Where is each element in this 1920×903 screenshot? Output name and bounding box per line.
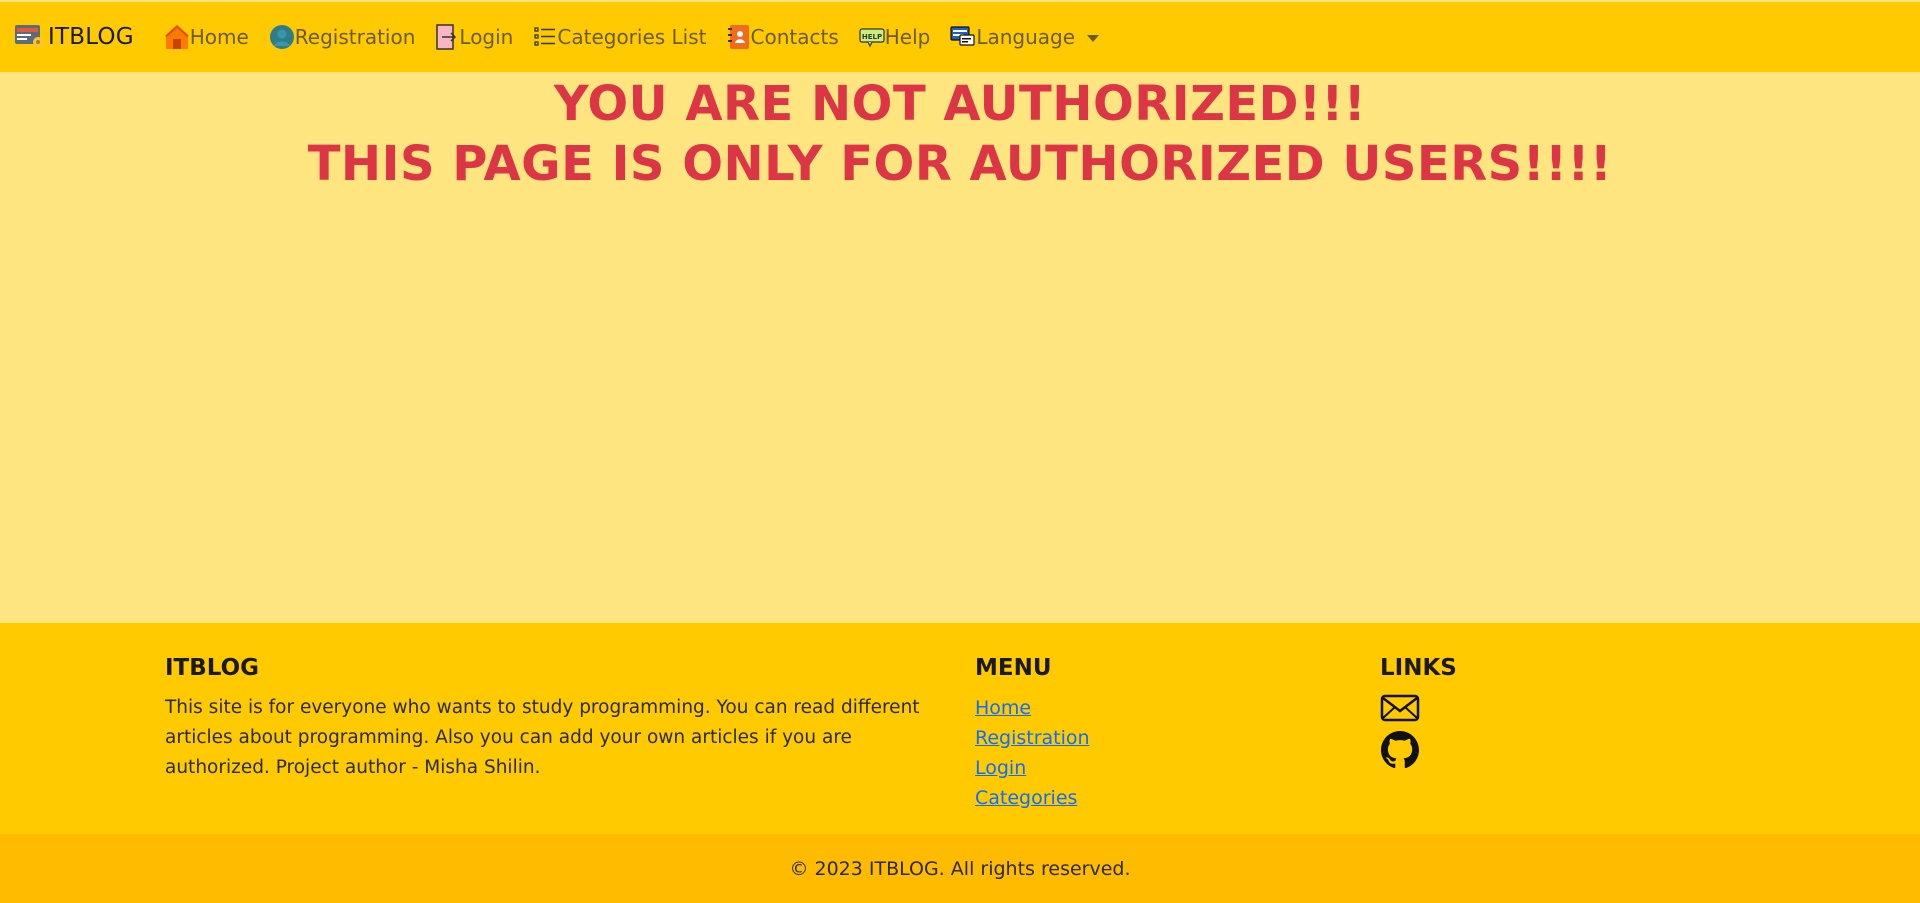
footer-menu-title: MENU [975,655,1052,681]
nav-help[interactable]: HELP Help [859,25,931,49]
footer-link-login[interactable]: Login [975,753,1026,783]
footer-link-home[interactable]: Home [975,693,1031,723]
footer-menu: MENU Home Registration Login Categories [975,653,1275,813]
mail-icon[interactable] [1380,693,1680,727]
github-icon[interactable] [1380,731,1680,773]
authorized-only-message: THIS PAGE IS ONLY FOR AUTHORIZED USERS!!… [307,136,1613,192]
nav-login-label: Login [459,25,514,49]
nav-home[interactable]: Home [164,23,249,51]
nav-contacts[interactable]: Contacts [727,23,839,51]
contacts-icon [727,23,751,51]
footer-link-registration[interactable]: Registration [975,723,1090,753]
svg-text:HELP: HELP [862,33,882,41]
footer-about: ITBLOG This site is for everyone who wan… [165,653,935,783]
home-icon [164,23,190,51]
user-icon [269,24,295,50]
help-icon: HELP [859,26,885,48]
nav-registration-label: Registration [294,25,416,49]
footer-about-text: This site is for everyone who wants to s… [165,697,920,778]
unauthorized-message: YOU ARE NOT AUTHORIZED!!! [553,76,1367,132]
login-icon [435,23,459,51]
nav-contacts-label: Contacts [750,25,839,49]
copyright-text: © 2023 ITBLOG. All rights reserved. [789,857,1131,880]
nav-home-label: Home [189,25,249,49]
footer: ITBLOG This site is for everyone who wan… [0,623,1920,834]
nav-login[interactable]: Login [435,23,513,51]
footer-link-categories[interactable]: Categories [975,783,1077,813]
blog-logo-icon [14,22,44,52]
footer-links: LINKS [1380,653,1680,777]
nav-language-label: Language [976,25,1076,49]
nav-registration[interactable]: Registration [269,24,416,50]
nav-categories-list[interactable]: Categories List [533,25,707,49]
brand-link[interactable]: ITBLOG [14,22,134,52]
navbar: ITBLOG Home Registration Login Categorie… [0,0,1920,72]
main-content: YOU ARE NOT AUTHORIZED!!! THIS PAGE IS O… [0,72,1920,623]
brand-name: ITBLOG [48,24,134,50]
list-icon [533,25,557,49]
nav-categories-label: Categories List [557,25,707,49]
language-icon [950,25,976,49]
nav-language-dropdown[interactable]: Language [950,25,1100,49]
footer-links-title: LINKS [1380,655,1457,681]
copyright-bar: © 2023 ITBLOG. All rights reserved. [0,834,1920,903]
nav-help-label: Help [884,25,931,49]
chevron-down-icon [1087,34,1100,42]
footer-about-title: ITBLOG [165,655,260,681]
